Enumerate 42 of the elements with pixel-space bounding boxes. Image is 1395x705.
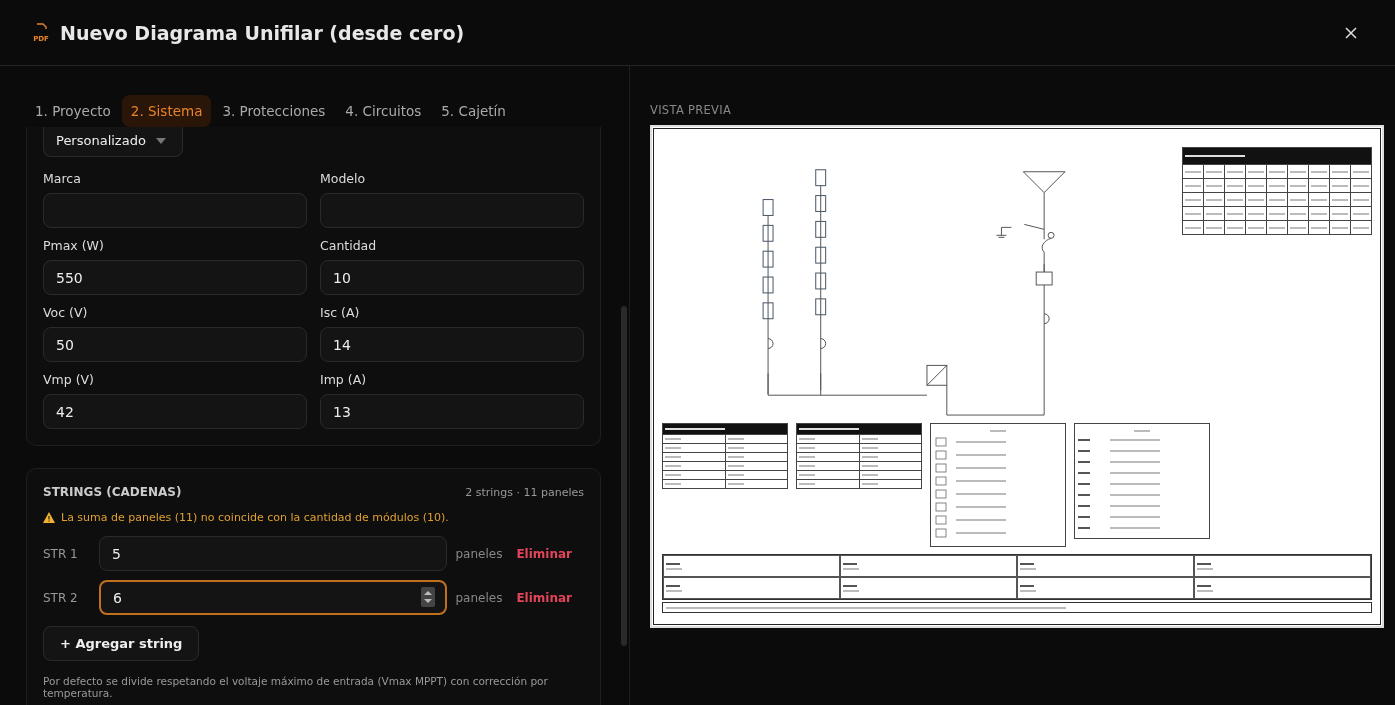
field-label: Vmp (V) [43, 372, 95, 387]
input-field[interactable] [43, 193, 307, 228]
warning-message: La suma de paneles (11) no coincide con la cantidad de módulos (10). [61, 511, 449, 524]
preset-dropdown[interactable]: Personalizado [43, 127, 183, 157]
remove-link[interactable]: Eliminar [516, 590, 572, 605]
unit-label: paneles [455, 546, 503, 561]
input-field[interactable]: 14 [320, 327, 584, 362]
panel-count-field[interactable]: 5 [99, 536, 448, 571]
input-field[interactable]: 10 [320, 260, 584, 295]
unit-label: paneles [455, 590, 503, 605]
strings-summary: 2 strings · 11 paneles [465, 485, 584, 499]
string-label: STR 2 [43, 590, 79, 605]
input-field[interactable]: 50 [43, 327, 307, 362]
field-label: Voc (V) [43, 305, 89, 320]
step-tab[interactable]: 1. Proyecto [26, 95, 120, 127]
input-field[interactable]: 13 [320, 394, 584, 429]
add-string-button[interactable]: + Agregar string [43, 626, 200, 661]
spinner-icon[interactable] [421, 587, 436, 607]
scrollbar[interactable] [621, 306, 627, 646]
step-tab[interactable]: 4. Circuitos [336, 95, 431, 127]
remove-link[interactable]: Eliminar [516, 546, 572, 561]
field-label: Imp (A) [320, 372, 368, 387]
input-field[interactable]: 550 [43, 260, 307, 295]
warning-icon [43, 512, 55, 523]
panel-count-field[interactable]: 6 [99, 580, 448, 615]
field-label: Marca [43, 171, 82, 186]
input-field[interactable] [320, 193, 584, 228]
input-field[interactable]: 42 [43, 394, 307, 429]
step-tab[interactable]: 2. Sistema [121, 95, 212, 127]
step-tab[interactable]: 5. Cajetín [432, 95, 515, 127]
field-label: Pmax (W) [43, 238, 105, 253]
preview-label: VISTA PREVIA [650, 103, 733, 117]
string-label: STR 1 [43, 546, 79, 561]
dialog-title: Nuevo Diagrama Unifilar (desde cero) [60, 21, 466, 44]
caret-icon [155, 137, 166, 144]
field-label: Cantidad [320, 238, 378, 253]
help-text: Por defecto se divide respetando el voltaje máximo de entrada (Vmax MPPT) con corrección por temperatura. [43, 675, 549, 699]
field-label: Isc (A) [320, 305, 361, 320]
section-title: STRINGS (CADENAS) [43, 485, 182, 499]
close-icon[interactable] [1345, 26, 1357, 39]
field-label: Modelo [320, 171, 367, 186]
step-tab[interactable]: 3. Protecciones [213, 95, 335, 127]
